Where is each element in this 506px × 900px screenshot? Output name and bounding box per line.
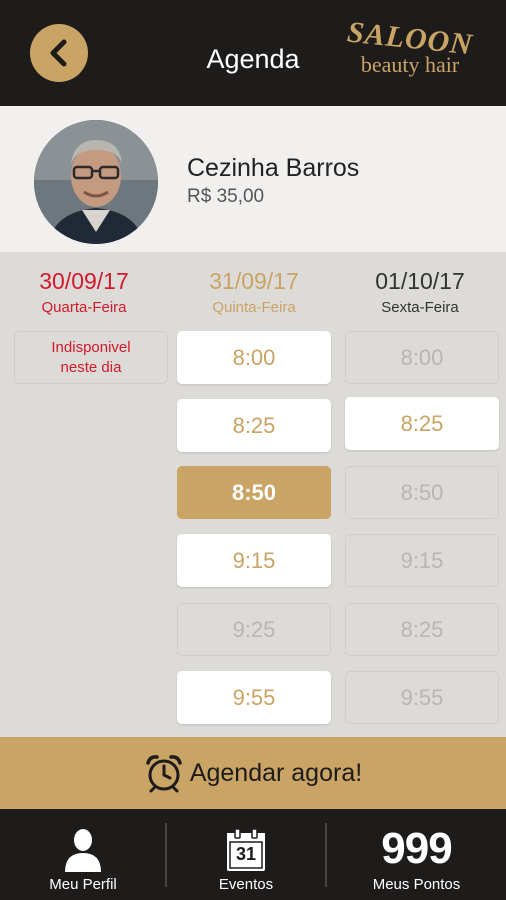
nav-item-points[interactable]: 999 Meus Pontos xyxy=(327,809,506,900)
calendar-day: 31 xyxy=(235,844,257,864)
chevron-left-icon xyxy=(50,39,67,67)
time-slot-day2-4[interactable]: 9:15 xyxy=(177,534,331,587)
book-now-button[interactable]: Agendar agora! xyxy=(0,737,506,809)
page-title: Agenda xyxy=(206,44,300,74)
unavailable-notice: Indisponivel neste dia xyxy=(14,331,168,384)
time-slot-day2-3[interactable]: 8:50 xyxy=(177,466,331,519)
time-slot-day3-3: 8:50 xyxy=(345,466,499,519)
calendar-icon: 31 xyxy=(226,828,266,872)
time-slot-day3-2[interactable]: 8:25 xyxy=(345,397,499,450)
day-weekday-1: Quarta-Feira xyxy=(41,299,127,316)
nav-label-points: Meus Pontos xyxy=(372,876,461,893)
nav-item-events[interactable]: 31 Eventos xyxy=(167,809,325,900)
nav-item-profile[interactable]: Meu Perfil xyxy=(0,809,166,900)
book-now-label: Agendar agora! xyxy=(189,758,363,787)
time-slot-day2-2[interactable]: 8:25 xyxy=(177,399,331,452)
time-slot-day3-5: 8:25 xyxy=(345,603,499,656)
nav-label-profile: Meu Perfil xyxy=(49,876,117,893)
avatar xyxy=(34,120,158,244)
day-date-3: 01/10/17 xyxy=(375,268,465,294)
day-weekday-2: Quinta-Feira xyxy=(212,299,296,316)
day-weekday-3: Sexta-Feira xyxy=(381,299,459,316)
time-slot-day3-1: 8:00 xyxy=(345,331,499,384)
app-header: Agenda SALOON beauty hair xyxy=(0,0,506,106)
service-price: R$ 35,00 xyxy=(187,186,265,207)
professional-card: Cezinha Barros R$ 35,00 xyxy=(0,106,506,252)
day-date-1: 30/09/17 xyxy=(39,268,129,294)
time-slot-day3-4: 9:15 xyxy=(345,534,499,587)
back-button[interactable] xyxy=(30,24,88,82)
time-slot-day2-6[interactable]: 9:55 xyxy=(177,671,331,724)
professional-name: Cezinha Barros xyxy=(187,154,360,182)
time-slot-day2-1[interactable]: 8:00 xyxy=(177,331,331,384)
points-value: 999 xyxy=(381,824,452,873)
avatar-photo xyxy=(34,120,158,244)
time-slot-day3-6: 9:55 xyxy=(345,671,499,724)
day-date-2: 31/09/17 xyxy=(209,268,299,294)
brand-logo: SALOON beauty hair xyxy=(345,16,475,76)
time-slot-day2-5: 9:25 xyxy=(177,603,331,656)
alarm-clock-icon xyxy=(146,755,182,793)
unavailable-text: Indisponivel neste dia xyxy=(51,338,131,376)
bottom-nav: Meu Perfil 31 Eventos 999 Meus Pontos xyxy=(0,809,506,900)
nav-label-events: Eventos xyxy=(218,876,274,893)
person-icon xyxy=(65,829,101,872)
